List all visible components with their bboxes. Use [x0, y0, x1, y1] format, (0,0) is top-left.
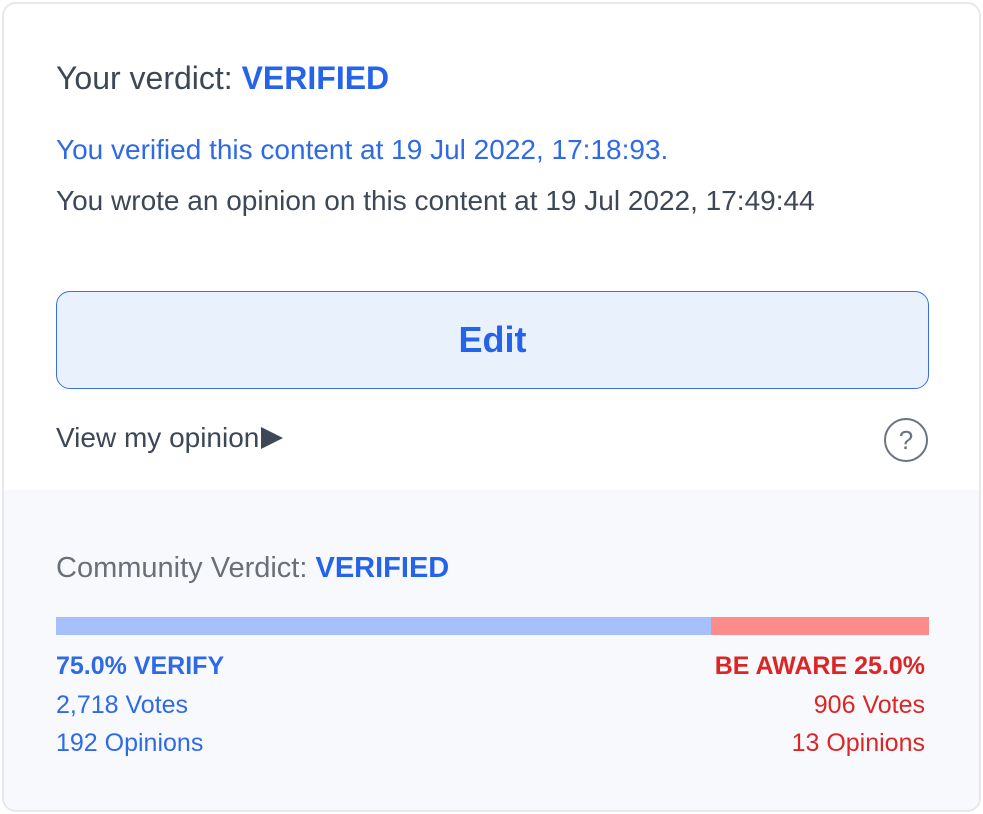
community-verdict-section: Community Verdict: VERIFIED 75.0% VERIFY…	[4, 490, 979, 810]
verified-timestamp-text: You verified this content at 19 Jul 2022…	[56, 134, 669, 165]
my-verdict-label: Your verdict:	[56, 60, 242, 96]
edit-button[interactable]: Edit	[56, 291, 929, 389]
verify-opinions: 192 Opinions	[56, 729, 204, 757]
community-verdict-label: Community Verdict:	[56, 552, 316, 584]
my-verdict-value: VERIFIED	[241, 60, 390, 96]
my-verdict-section: Your verdict: VERIFIED You verified this…	[4, 4, 979, 490]
verify-percentage: 75.0% VERIFY	[56, 652, 225, 680]
aware-percentage: BE AWARE 25.0%	[714, 652, 925, 680]
my-verdict-heading: Your verdict: VERIFIED	[56, 58, 389, 98]
verdict-card: Your verdict: VERIFIED You verified this…	[2, 2, 981, 812]
aware-bar-segment	[710, 617, 929, 635]
question-circle-icon[interactable]: ?	[884, 418, 928, 462]
community-verdict-heading: Community Verdict: VERIFIED	[56, 550, 449, 586]
opinion-timestamp-text: You wrote an opinion on this content at …	[56, 185, 815, 216]
view-my-opinion-label: View my opinion	[56, 422, 260, 453]
verify-votes: 2,718 Votes	[56, 691, 189, 719]
aware-votes: 906 Votes	[813, 691, 925, 719]
aware-opinions: 13 Opinions	[791, 729, 925, 757]
vote-split-bar	[56, 617, 929, 635]
verify-bar-segment	[56, 617, 711, 635]
view-my-opinion-link[interactable]: View my opinion	[56, 420, 284, 456]
community-verdict-value: VERIFIED	[315, 552, 450, 584]
play-triangle-icon	[261, 427, 284, 449]
